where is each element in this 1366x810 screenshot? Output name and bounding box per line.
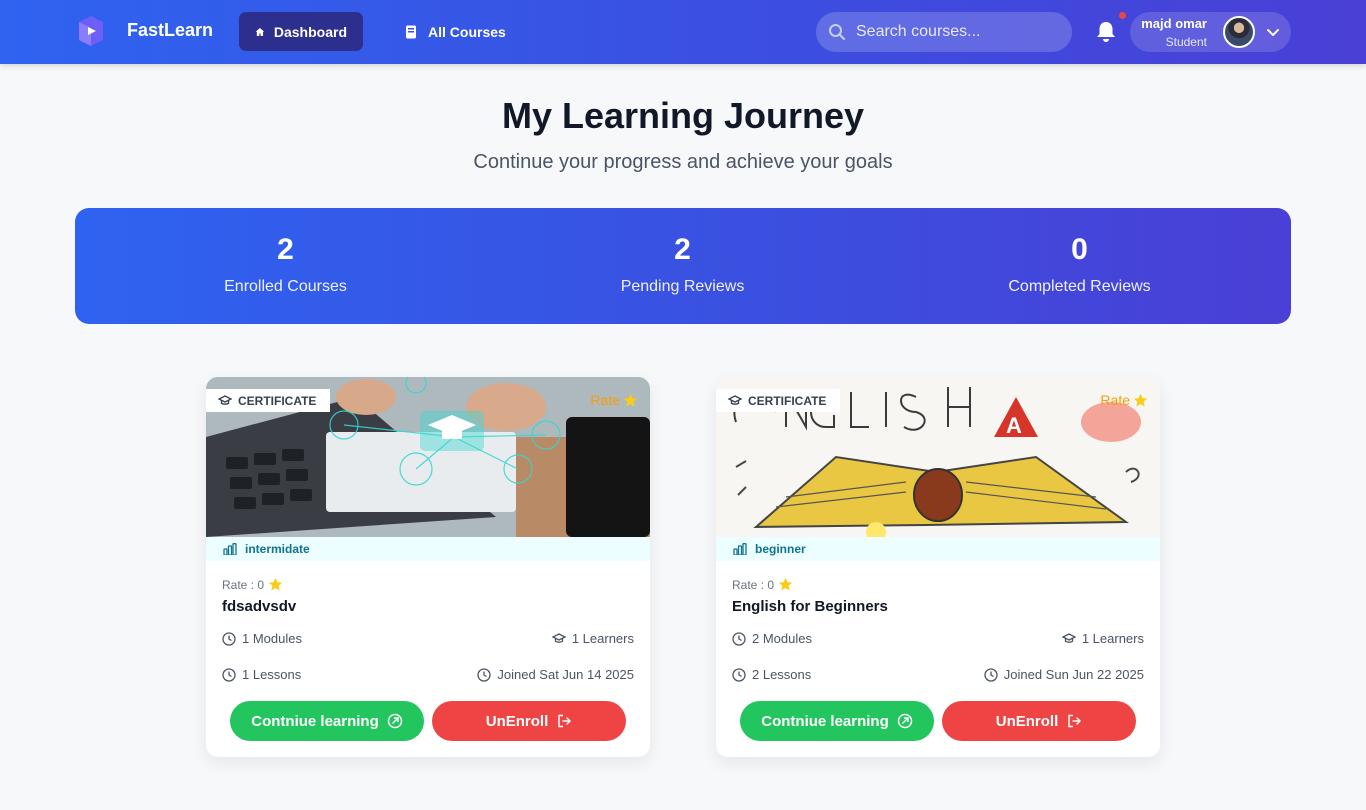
course-rating: Rate : 0 — [732, 577, 793, 592]
rate-corner-label: Rate — [1100, 392, 1130, 408]
stat-completed-reviews: 0 Completed Reviews — [877, 208, 1282, 324]
page-subtitle: Continue your progress and achieve your … — [473, 151, 893, 173]
stat-value: 2 — [674, 233, 691, 266]
logout-icon — [1068, 714, 1081, 728]
book-icon — [406, 25, 416, 38]
modules-count: 2 Modules — [752, 631, 812, 646]
user-menu[interactable]: majd omar Student — [1130, 12, 1291, 52]
course-level-label: beginner — [755, 542, 806, 556]
course-level-bar: intermidate — [206, 537, 650, 561]
nav-dashboard-label: Dashboard — [273, 23, 347, 40]
user-name: majd omar — [1141, 16, 1207, 31]
course-learners: 1 Learners — [1061, 631, 1144, 646]
user-role: Student — [1165, 35, 1207, 49]
bar-chart-icon — [223, 543, 237, 555]
course-level-bar: beginner — [716, 537, 1160, 561]
stat-label: Enrolled Courses — [224, 278, 347, 295]
svg-text:A: A — [1006, 413, 1022, 438]
external-link-icon — [897, 713, 912, 729]
stats-banner: 2 Enrolled Courses 2 Pending Reviews 0 C… — [75, 208, 1291, 324]
clock-icon — [222, 631, 236, 646]
brand-name[interactable]: FastLearn — [127, 20, 213, 41]
graduation-cap-icon — [218, 394, 232, 405]
lessons-count: 1 Lessons — [242, 667, 302, 682]
star-icon — [623, 393, 638, 406]
course-lessons: 1 Lessons — [222, 667, 301, 682]
certificate-label: CERTIFICATE — [238, 393, 317, 408]
clock-icon — [477, 667, 492, 682]
continue-learning-button[interactable]: Contniue learning — [230, 701, 424, 741]
continue-learning-label: Contniue learning — [761, 712, 889, 730]
course-joined-date: Joined Sun Jun 22 2025 — [984, 667, 1144, 682]
lessons-count: 2 Lessons — [752, 667, 812, 682]
course-modules: 1 Modules — [222, 631, 302, 646]
course-rating: Rate : 0 — [222, 577, 283, 592]
nav-all-courses-button[interactable]: All Courses — [387, 12, 522, 51]
top-navbar: FastLearn Dashboard All Courses majd oma… — [0, 0, 1366, 64]
search-bar[interactable] — [816, 12, 1072, 52]
star-icon — [778, 577, 793, 591]
learners-count: 1 Learners — [571, 631, 634, 646]
clock-icon — [732, 631, 746, 646]
clock-icon — [732, 667, 746, 682]
course-title[interactable]: fdsadvsdv — [222, 598, 296, 615]
rate-corner-label: Rate — [590, 392, 620, 408]
learners-count: 1 Learners — [1081, 631, 1144, 646]
page-title: My Learning Journey — [501, 95, 865, 136]
course-modules: 2 Modules — [732, 631, 812, 646]
logo-icon[interactable] — [75, 16, 107, 46]
graduation-cap-icon — [551, 632, 566, 643]
search-input[interactable] — [856, 23, 1056, 41]
course-rating-label: Rate : 0 — [732, 577, 775, 592]
course-learners: 1 Learners — [551, 631, 634, 646]
bell-icon[interactable] — [1095, 20, 1117, 44]
stat-enrolled-courses: 2 Enrolled Courses — [83, 208, 488, 324]
course-card: CERTIFICATE Rate intermidate Rate : 0 fd… — [206, 377, 650, 757]
modules-count: 1 Modules — [242, 631, 302, 646]
unenroll-button[interactable]: UnEnroll — [432, 701, 626, 741]
nav-dashboard-button[interactable]: Dashboard — [239, 12, 363, 51]
search-icon — [829, 24, 845, 40]
rate-course-button[interactable]: Rate — [590, 392, 638, 408]
external-link-icon — [387, 713, 402, 729]
certificate-badge: CERTIFICATE — [716, 389, 841, 412]
stat-label: Completed Reviews — [1008, 278, 1151, 295]
joined-date-label: Joined Sun Jun 22 2025 — [1003, 667, 1144, 682]
clock-icon — [222, 667, 236, 682]
continue-learning-button[interactable]: Contniue learning — [740, 701, 934, 741]
course-joined-date: Joined Sat Jun 14 2025 — [477, 667, 634, 682]
nav-all-courses-label: All Courses — [428, 23, 506, 40]
graduation-cap-icon — [1061, 632, 1076, 643]
continue-learning-label: Contniue learning — [251, 712, 379, 730]
bar-chart-icon — [733, 543, 747, 555]
notification-dot — [1119, 12, 1126, 19]
stat-label: Pending Reviews — [620, 278, 745, 295]
joined-date-label: Joined Sat Jun 14 2025 — [497, 667, 634, 682]
logout-icon — [558, 714, 571, 728]
rate-course-button[interactable]: Rate — [1100, 392, 1148, 408]
course-card: A CERTIFICATE Rate beginner Rate : 0 Eng… — [716, 377, 1160, 757]
star-icon — [1133, 393, 1148, 406]
chevron-down-icon[interactable] — [1266, 25, 1280, 39]
course-rating-label: Rate : 0 — [222, 577, 265, 592]
certificate-label: CERTIFICATE — [748, 393, 827, 408]
certificate-badge: CERTIFICATE — [206, 389, 331, 412]
avatar[interactable] — [1223, 16, 1255, 48]
stat-value: 2 — [277, 233, 294, 266]
unenroll-label: UnEnroll — [485, 712, 549, 730]
course-lessons: 2 Lessons — [732, 667, 811, 682]
course-level-label: intermidate — [245, 542, 310, 556]
unenroll-label: UnEnroll — [995, 712, 1059, 730]
star-icon — [268, 577, 283, 591]
unenroll-button[interactable]: UnEnroll — [942, 701, 1136, 741]
clock-icon — [984, 667, 998, 682]
stat-value: 0 — [1071, 233, 1088, 266]
graduation-cap-icon — [728, 394, 742, 405]
home-icon — [255, 27, 265, 36]
course-title[interactable]: English for Beginners — [732, 598, 888, 615]
stat-pending-reviews: 2 Pending Reviews — [480, 208, 885, 324]
